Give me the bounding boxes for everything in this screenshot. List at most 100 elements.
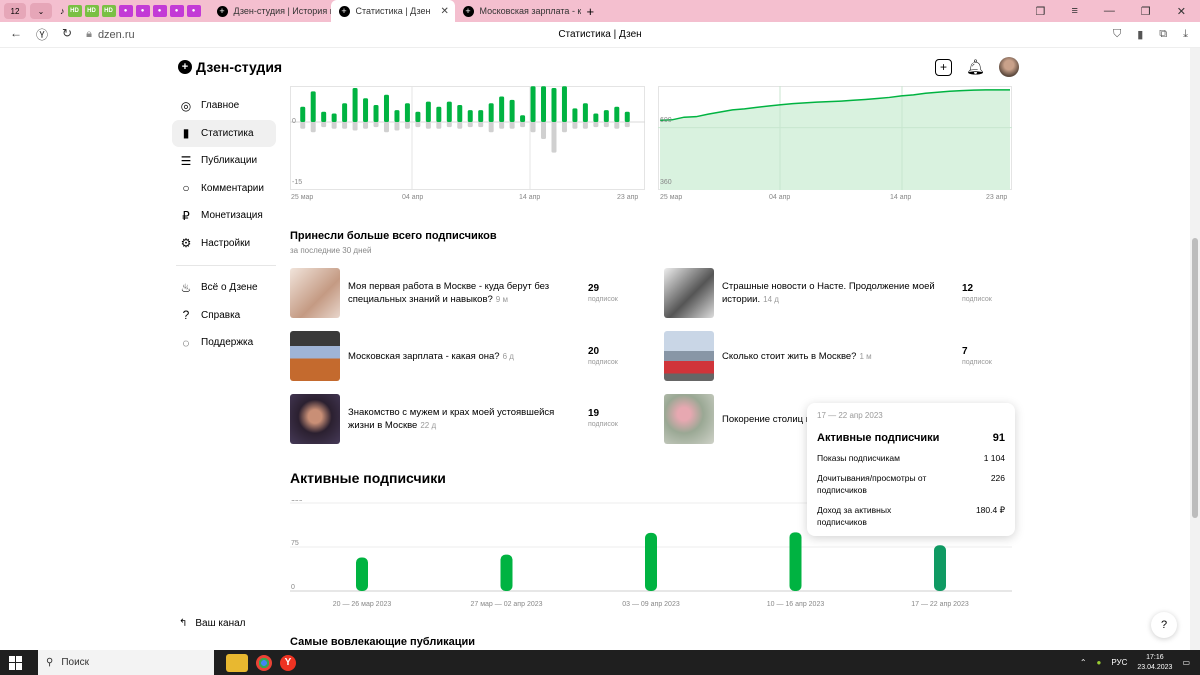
bar-negative: [436, 122, 442, 129]
bar-negative: [404, 122, 410, 129]
pinned-hd-icon[interactable]: HD: [101, 5, 116, 17]
comment-icon: ○: [182, 181, 190, 196]
studio-page: + Дзен-студия + 🔔︎ ◎ Главное ▮ Статистика …: [0, 48, 1200, 650]
page-title: Статистика | Дзен: [558, 29, 642, 40]
file-explorer-icon[interactable]: [226, 653, 248, 672]
bar-positive: [363, 98, 369, 122]
publication-card[interactable]: Знакомство с мужем и крах моей устоявшей…: [290, 394, 563, 444]
sidebar-item-monetization[interactable]: ₽ Монетизация: [172, 202, 276, 230]
flame-icon: ♨: [180, 280, 192, 295]
sidebar-item-help[interactable]: ? Справка: [172, 302, 276, 330]
bar-negative: [467, 122, 473, 128]
tab-count-button[interactable]: 12: [4, 3, 26, 19]
download-icon[interactable]: ⤓: [1183, 28, 1188, 41]
address-bar: ← Ⓨ ↻ 🔒︎ dzen.ru Статистика | Дзен ⛉ ▮ ⧉…: [0, 22, 1200, 48]
minimize-icon[interactable]: —: [1104, 5, 1115, 18]
tab-moscow-salary[interactable]: + Московская зарплата - ка: [455, 0, 581, 22]
bar-negative: [603, 122, 609, 128]
pinned-music-icon[interactable]: ♪: [60, 6, 65, 16]
clock[interactable]: 17:16 23.04.2023: [1137, 653, 1172, 673]
x-tick-label: 04 апр: [402, 194, 424, 201]
close-tab-icon[interactable]: ✕: [441, 6, 449, 17]
sidebar-item-about[interactable]: ♨ Всё о Дзене: [172, 274, 276, 302]
maximize-icon[interactable]: ❐: [1141, 5, 1151, 18]
bar-positive: [624, 111, 630, 122]
dzen-icon: +: [462, 5, 474, 17]
publication-card[interactable]: Моя первая работа в Москве - куда берут …: [290, 268, 563, 318]
new-tab-icon[interactable]: +: [587, 4, 595, 19]
publication-thumbnail: [290, 394, 340, 444]
search-icon: ⚲: [46, 657, 54, 668]
pinned-hd-icon[interactable]: HD: [67, 5, 82, 17]
publication-card[interactable]: Московская зарплата - какая она? 6 д: [290, 331, 563, 381]
windows-start-icon[interactable]: [9, 655, 23, 670]
avatar[interactable]: [999, 57, 1020, 77]
pinned-label: HD: [87, 8, 96, 14]
bar-positive: [404, 103, 410, 122]
back-icon[interactable]: ←: [10, 26, 22, 43]
pinned-app-icon[interactable]: ●: [118, 5, 133, 17]
notifications-icon[interactable]: ▭: [1182, 658, 1190, 667]
sidebar-item-comments[interactable]: ○ Комментарии: [172, 175, 276, 203]
publication-title: Сколько стоит жить в Москве? 1 м: [722, 350, 937, 363]
bookmarks-icon[interactable]: ❐: [1036, 5, 1046, 18]
pinned-app-icon[interactable]: ●: [152, 5, 167, 17]
tray-app-icon[interactable]: ●: [1097, 658, 1102, 667]
stack-icon: ☰: [180, 153, 192, 168]
sidebar-item-settings[interactable]: ⚙ Настройки: [172, 230, 276, 258]
sidebar-item-support[interactable]: ◌ Поддержка: [172, 329, 276, 357]
chrome-icon[interactable]: [256, 654, 272, 671]
url-field[interactable]: dzen.ru: [98, 29, 135, 41]
tray-arrow-icon[interactable]: ⌃: [1080, 658, 1087, 667]
studio-logo[interactable]: + Дзен-студия: [178, 59, 282, 75]
language-indicator[interactable]: РУС: [1111, 658, 1127, 667]
sidebar-item-publications[interactable]: ☰ Публикации: [172, 147, 276, 175]
close-window-icon[interactable]: ✕: [1177, 5, 1186, 18]
extensions-icon[interactable]: ⧉: [1159, 28, 1167, 41]
publication-title: Знакомство с мужем и крах моей устоявшей…: [348, 406, 563, 432]
create-publication-button[interactable]: +: [935, 58, 952, 76]
pinned-app-icon[interactable]: ●: [186, 5, 201, 17]
section-title: Самые вовлекающие публикации: [290, 636, 475, 648]
bell-icon[interactable]: 🔔︎: [966, 58, 985, 76]
tabs-menu-icon[interactable]: ⌄: [30, 3, 52, 19]
channel-label: Ваш канал: [195, 618, 246, 629]
help-button[interactable]: ?: [1151, 612, 1177, 638]
sidebar-item-main[interactable]: ◎ Главное: [172, 92, 276, 120]
pinned-app-icon[interactable]: ●: [135, 5, 150, 17]
subscriber-change-chart: [290, 86, 645, 190]
sidebar-item-label: Главное: [201, 100, 240, 112]
tab-statistics[interactable]: + Статистика | Дзен ✕: [330, 0, 455, 22]
menu-icon[interactable]: ≡: [1071, 5, 1077, 18]
bar-negative: [614, 122, 620, 129]
publication-title: Моя первая работа в Москве - куда берут …: [348, 280, 563, 306]
taskbar-search[interactable]: ⚲ Поиск: [38, 650, 214, 675]
reload-icon[interactable]: ↻: [62, 26, 72, 43]
publication-card[interactable]: Сколько стоит жить в Москве? 1 м: [664, 331, 937, 381]
publication-text: Знакомство с мужем и крах моей устоявшей…: [348, 407, 555, 431]
bar-negative: [342, 122, 348, 129]
y-tick-label: 0: [292, 118, 296, 125]
pinned-hd-icon[interactable]: HD: [84, 5, 99, 17]
bar-negative: [383, 122, 389, 133]
bookmark-icon[interactable]: ▮: [1137, 28, 1143, 41]
tab-studio-history[interactable]: + Дзен-студия | История м: [209, 0, 331, 22]
bar-positive: [321, 111, 327, 122]
publication-text: Моя первая работа в Москве - куда берут …: [348, 281, 550, 305]
sidebar-item-label: Монетизация: [201, 210, 263, 222]
sidebar: ◎ Главное ▮ Статистика ☰ Публикации ○ Коммен…: [172, 92, 276, 357]
your-channel-link[interactable]: ↰ Ваш канал: [179, 618, 246, 629]
protect-icon[interactable]: ⛉: [1113, 28, 1121, 41]
bar-positive: [603, 110, 609, 122]
publication-thumbnail: [664, 394, 714, 444]
yandex-browser-icon[interactable]: Y: [280, 654, 296, 671]
pinned-app-icon[interactable]: ●: [169, 5, 184, 17]
publication-card[interactable]: Страшные новости о Насте. Продолжение мо…: [664, 268, 937, 318]
dzen-logo-icon: +: [178, 60, 192, 74]
scrollbar-thumb[interactable]: [1192, 238, 1198, 518]
bar-positive: [394, 110, 400, 122]
sidebar-item-statistics[interactable]: ▮ Статистика: [172, 119, 276, 147]
yandex-icon[interactable]: Ⓨ: [36, 26, 48, 43]
scrollbar[interactable]: [1190, 48, 1200, 650]
bar-negative: [310, 122, 316, 133]
